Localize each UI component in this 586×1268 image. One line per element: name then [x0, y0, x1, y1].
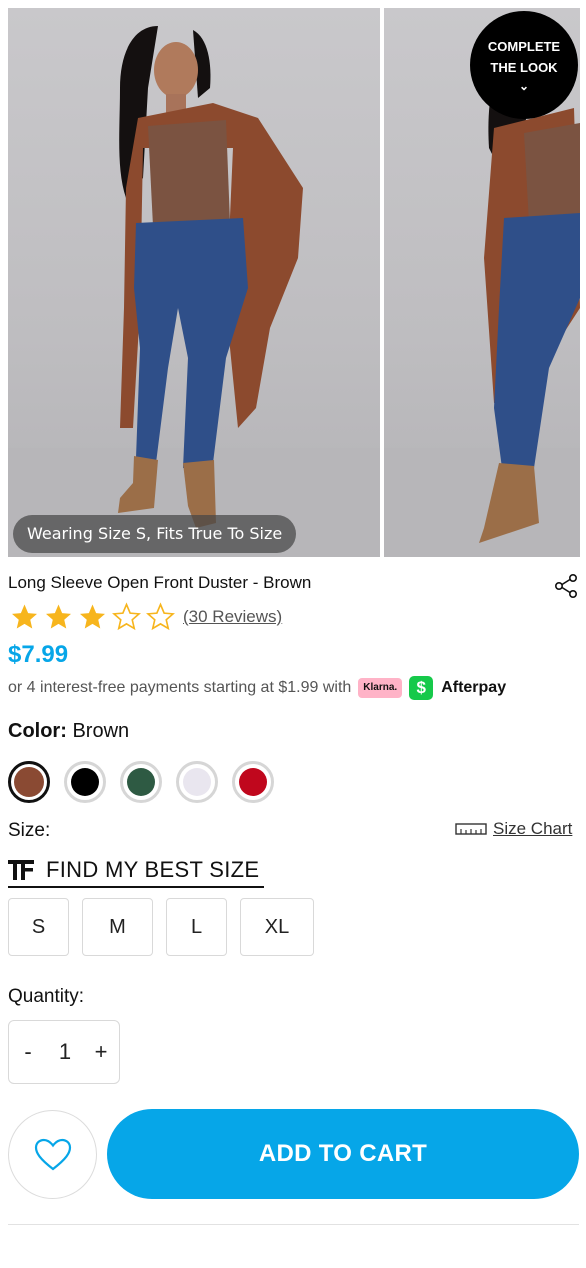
truefit-logo-icon — [8, 860, 34, 880]
find-my-best-size-button[interactable]: FIND MY BEST SIZE — [8, 854, 264, 888]
complete-the-look-button[interactable]: COMPLETE THE LOOK ⌄ — [470, 11, 578, 119]
klarna-badge[interactable]: Klarna. — [358, 678, 403, 698]
product-price: $7.99 — [8, 641, 69, 668]
find-my-best-size-label: FIND MY BEST SIZE — [46, 857, 260, 882]
model-photo-front — [8, 26, 380, 557]
quantity-decrease-button[interactable]: - — [9, 1039, 47, 1065]
section-divider — [8, 1224, 579, 1225]
color-swatch-brown[interactable] — [8, 761, 50, 803]
star-filled-icon — [80, 604, 105, 629]
afterpay-label[interactable]: Afterpay — [441, 679, 506, 697]
color-swatch-black[interactable] — [64, 761, 106, 803]
star-empty-icon — [146, 602, 175, 631]
complete-look-line2: THE LOOK — [490, 60, 558, 75]
star-empty-icon — [112, 602, 141, 631]
share-icon[interactable] — [553, 573, 579, 599]
color-swatch-green[interactable] — [120, 761, 162, 803]
size-options: S M L XL — [8, 898, 327, 956]
add-to-cart-button[interactable]: ADD TO CART — [107, 1109, 579, 1199]
quantity-increase-button[interactable]: + — [83, 1039, 119, 1065]
star-filled-icon — [46, 604, 71, 629]
afterpay-icon[interactable]: $ — [409, 676, 434, 700]
heart-icon — [34, 1138, 71, 1170]
star-filled-icon — [12, 604, 37, 629]
size-option-m[interactable]: M — [82, 898, 153, 956]
product-image-gallery[interactable]: Wearing Size S, Fits True To Size COMPLE… — [0, 0, 586, 560]
quantity-stepper: - 1 + — [8, 1020, 120, 1084]
quantity-value[interactable]: 1 — [47, 1039, 83, 1065]
quantity-label: Quantity: — [8, 986, 85, 1007]
chevron-down-icon: ⌄ — [518, 79, 530, 93]
product-image-main[interactable] — [8, 8, 380, 557]
color-swatch-lavender[interactable] — [176, 761, 218, 803]
reviews-link[interactable]: (30 Reviews) — [183, 607, 282, 627]
ruler-icon — [455, 823, 487, 835]
complete-look-line1: COMPLETE — [487, 39, 561, 54]
selected-color: Brown — [72, 720, 130, 742]
size-option-xl[interactable]: XL — [240, 898, 314, 956]
rating-row: (30 Reviews) — [8, 602, 282, 632]
color-selection-label: Color: Brown — [8, 720, 129, 743]
size-option-l[interactable]: L — [166, 898, 227, 956]
color-swatches — [8, 761, 288, 803]
color-swatch-red[interactable] — [232, 761, 274, 803]
size-fit-note: Wearing Size S, Fits True To Size — [13, 515, 297, 553]
size-chart-link[interactable]: Size Chart — [455, 819, 572, 839]
wishlist-button[interactable] — [8, 1110, 97, 1199]
size-option-s[interactable]: S — [8, 898, 69, 956]
product-title: Long Sleeve Open Front Duster - Brown — [8, 573, 312, 592]
size-chart-label: Size Chart — [493, 819, 573, 838]
color-label: Color: — [8, 720, 67, 742]
installments-text: or 4 interest-free payments starting at … — [8, 679, 352, 696]
installments-row: or 4 interest-free payments starting at … — [8, 676, 506, 700]
size-label: Size: — [8, 820, 51, 841]
